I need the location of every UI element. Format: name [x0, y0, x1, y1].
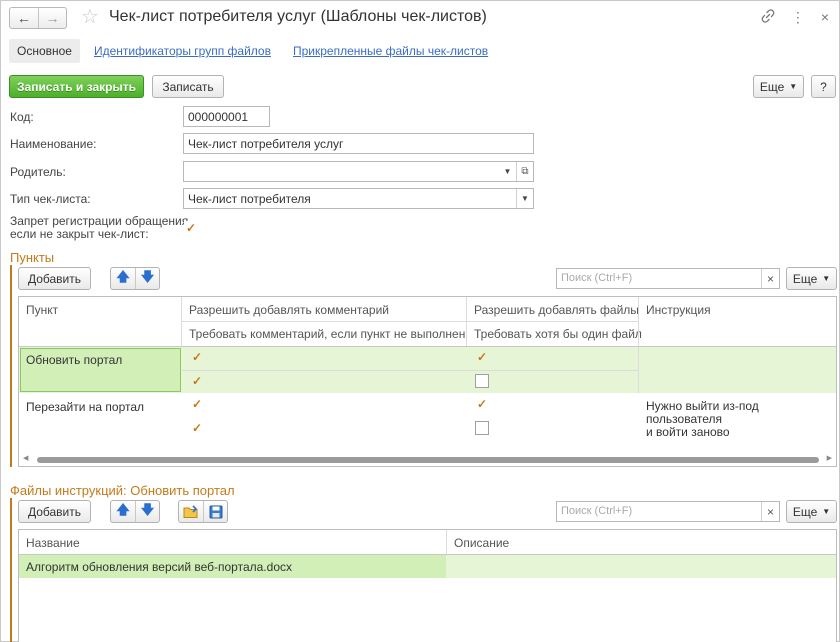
require-comment-checkbox[interactable]: ✓ [190, 374, 204, 388]
forbid-label: Запрет регистрации обращения, если не за… [10, 215, 192, 241]
require-comment-checkbox[interactable]: ✓ [190, 421, 204, 435]
scrollbar-thumb[interactable] [37, 457, 819, 463]
col-separator [466, 297, 467, 346]
col-allow-comment-header[interactable]: Разрешить добавлять комментарий [182, 303, 396, 317]
dropdown-caret-icon: ▼ [822, 274, 831, 283]
more-label: Еще [759, 79, 785, 94]
col-separator [446, 530, 447, 554]
files-more-button[interactable]: Еще ▼ [786, 500, 837, 523]
save-and-close-button[interactable]: Записать и закрыть [9, 75, 144, 98]
move-up-icon[interactable]: 🡅 [111, 501, 135, 522]
name-field[interactable]: Чек-лист потребителя услуг [183, 133, 534, 154]
window-title: Чек-лист потребителя услуг (Шаблоны чек-… [109, 8, 487, 25]
row-divider [182, 370, 638, 371]
move-down-icon[interactable]: 🡇 [135, 501, 159, 522]
points-move-buttons: 🡅 🡇 [110, 267, 160, 290]
files-table: Название Описание Алгоритм обновления ве… [18, 529, 837, 642]
files-section-border [10, 498, 12, 642]
require-file-checkbox[interactable] [475, 421, 489, 435]
clear-icon[interactable]: × [761, 502, 779, 521]
col-separator [638, 347, 639, 393]
files-search-input[interactable]: Поиск (Ctrl+F) × [556, 501, 780, 522]
save-disk-icon[interactable] [203, 501, 227, 522]
title-actions: ⋮ × [761, 9, 829, 26]
back-arrow-icon[interactable]: ← [10, 8, 38, 28]
close-icon[interactable]: × [821, 9, 829, 26]
form-window: ← → ☆ Чек-лист потребителя услуг (Шаблон… [0, 0, 840, 642]
dropdown-caret-icon: ▼ [822, 507, 831, 516]
allow-files-checkbox[interactable]: ✓ [475, 350, 489, 364]
form-tabs: Основное Идентификаторы групп файлов При… [9, 39, 496, 63]
col-description-header[interactable]: Описание [447, 536, 516, 550]
points-section-border [10, 265, 12, 467]
save-button[interactable]: Записать [152, 75, 224, 98]
points-table: Пункт Разрешить добавлять комментарий Тр… [18, 296, 837, 467]
files-more-label: Еще [792, 504, 818, 519]
nav-buttons: ← → [9, 7, 67, 29]
files-section-title: Файлы инструкций: Обновить портал [10, 483, 235, 498]
type-value: Чек-лист потребителя [188, 192, 311, 206]
favorite-star-icon[interactable]: ☆ [81, 6, 99, 28]
files-search-placeholder: Поиск (Ctrl+F) [561, 505, 633, 517]
instruction-line2: и войти заново [646, 425, 730, 439]
col-require-file-header[interactable]: Требовать хотя бы один файл [467, 327, 649, 341]
open-folder-icon[interactable] [179, 501, 203, 522]
point-name: Обновить портал [26, 353, 123, 367]
files-add-button[interactable]: Добавить [18, 500, 91, 523]
forbid-label-line2: если не закрыт чек-лист: [10, 227, 149, 241]
col-separator [181, 297, 182, 346]
link-icon[interactable] [761, 9, 775, 26]
tab-attached-files[interactable]: Прикрепленные файлы чек-листов [285, 39, 496, 63]
name-label: Наименование: [10, 137, 97, 151]
col-instruction-header[interactable]: Инструкция [639, 303, 718, 317]
instruction-text: Нужно выйти из-под пользователя и войти … [639, 400, 836, 439]
tab-file-group-ids[interactable]: Идентификаторы групп файлов [86, 39, 279, 63]
col-require-comment-header[interactable]: Требовать комментарий, если пункт не вып… [182, 327, 472, 341]
code-label: Код: [10, 110, 34, 124]
title-bar: ← → ☆ Чек-лист потребителя услуг (Шаблон… [1, 1, 839, 35]
help-button[interactable]: ? [811, 75, 836, 98]
col-name-header[interactable]: Название [19, 536, 87, 550]
col-allow-files-header[interactable]: Разрешить добавлять файлы [467, 303, 646, 317]
dropdown-caret-icon[interactable]: ▼ [499, 162, 516, 181]
scroll-right-icon[interactable]: ▶ [827, 454, 832, 462]
point-name: Перезайти на портал [26, 400, 145, 414]
points-more-label: Еще [792, 271, 818, 286]
header-divider [182, 321, 638, 322]
move-down-icon[interactable]: 🡇 [135, 268, 159, 289]
forward-arrow-icon[interactable]: → [38, 8, 66, 28]
code-field[interactable]: 000000001 [183, 106, 270, 127]
forbid-checkbox[interactable]: ✓ [184, 221, 198, 235]
points-add-button[interactable]: Добавить [18, 267, 91, 290]
type-select[interactable]: Чек-лист потребителя ▼ [183, 188, 534, 209]
clear-icon[interactable]: × [761, 269, 779, 288]
require-file-checkbox[interactable] [475, 374, 489, 388]
more-button[interactable]: Еще ▼ [753, 75, 804, 98]
allow-files-checkbox[interactable]: ✓ [475, 397, 489, 411]
horizontal-scrollbar[interactable]: ◀ ▶ [19, 453, 836, 466]
tab-main[interactable]: Основное [9, 39, 80, 63]
move-up-icon[interactable]: 🡅 [111, 268, 135, 289]
file-name: Алгоритм обновления версий веб-портала.d… [26, 560, 292, 574]
points-search-input[interactable]: Поиск (Ctrl+F) × [556, 268, 780, 289]
files-action-buttons [178, 500, 228, 523]
points-more-button[interactable]: Еще ▼ [786, 267, 837, 290]
parent-field[interactable]: ▼ ⧉ [183, 161, 534, 182]
dropdown-caret-icon[interactable]: ▼ [516, 189, 533, 208]
open-icon[interactable]: ⧉ [516, 162, 533, 181]
col-separator [638, 297, 639, 346]
allow-comment-checkbox[interactable]: ✓ [190, 350, 204, 364]
scroll-left-icon[interactable]: ◀ [23, 454, 28, 462]
files-move-buttons: 🡅 🡇 [110, 500, 160, 523]
type-label: Тип чек-листа: [10, 192, 91, 206]
dropdown-caret-icon: ▼ [789, 82, 798, 91]
allow-comment-checkbox[interactable]: ✓ [190, 397, 204, 411]
points-search-placeholder: Поиск (Ctrl+F) [561, 272, 633, 284]
menu-icon[interactable]: ⋮ [791, 9, 805, 26]
parent-label: Родитель: [10, 165, 66, 179]
instruction-line1: Нужно выйти из-под пользователя [646, 399, 759, 426]
points-section-title: Пункты [10, 250, 55, 265]
col-point-header[interactable]: Пункт [19, 303, 65, 317]
